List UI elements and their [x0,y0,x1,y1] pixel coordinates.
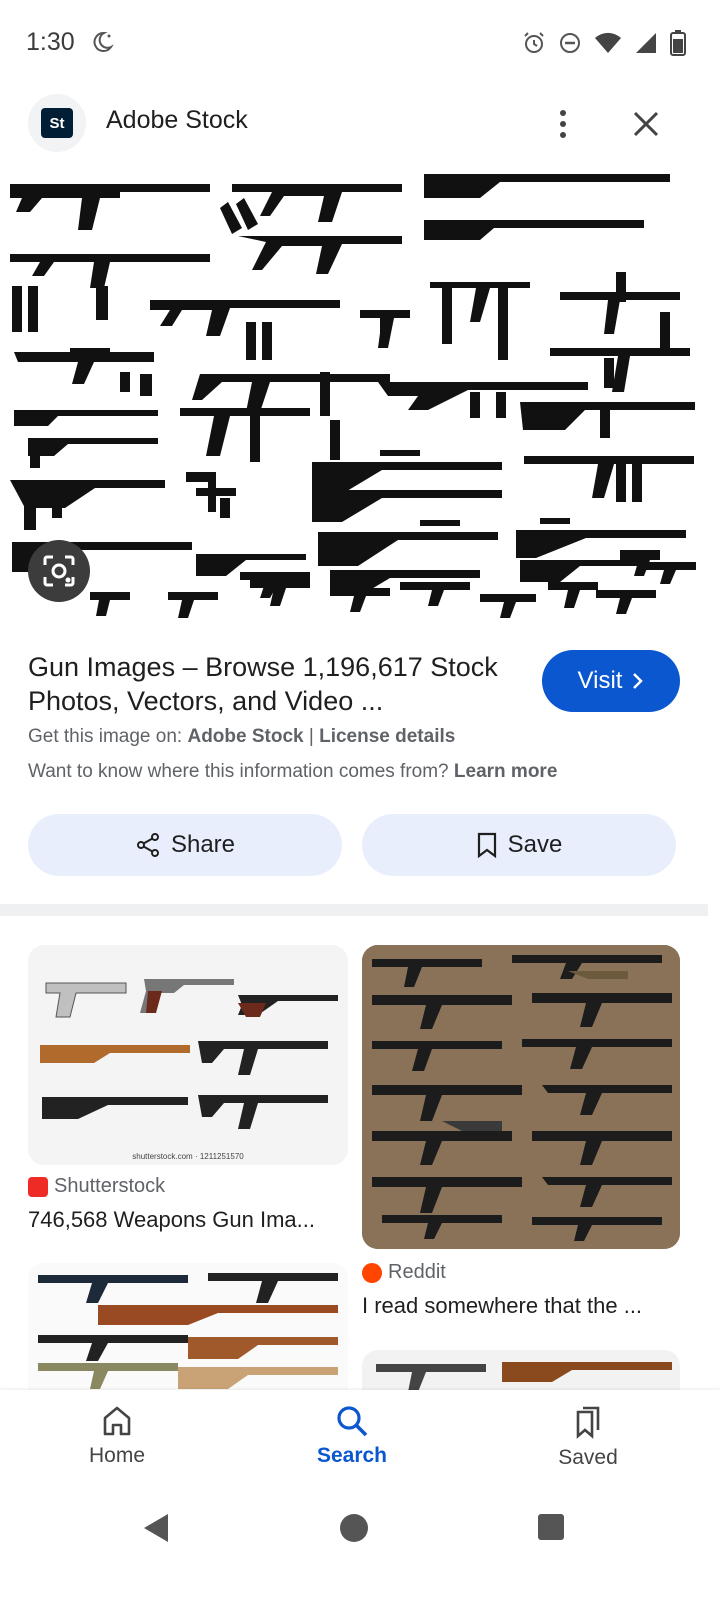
source-title: Adobe Stock [106,106,248,134]
learn-more-link[interactable]: Learn more [454,761,557,782]
bookmark-icon [477,832,496,858]
visit-label: Visit [577,667,623,694]
recents-square-icon[interactable] [538,1514,564,1540]
source-label: Reddit [388,1261,446,1283]
know-text: Want to know where this information come… [28,761,454,782]
battery-icon [670,30,686,56]
search-icon [337,1406,368,1437]
share-icon [136,833,159,857]
shutterstock-title[interactable]: 746,568 Weapons Gun Ima... [28,1207,315,1233]
close-button[interactable] [624,102,668,146]
related-image-3[interactable] [28,1263,348,1403]
more-options-button[interactable] [548,102,578,146]
do-not-disturb-schedule-icon [90,30,114,54]
section-divider [0,904,708,916]
logo-text: St [41,108,73,138]
get-prefix: Get this image on: [28,726,188,747]
system-navigation-bar [0,1500,720,1600]
close-icon [633,111,659,137]
saved-collections-icon [576,1406,600,1439]
nav-search-label: Search [316,1444,388,1467]
reddit-favicon-icon [362,1262,382,1283]
bottom-navigation: Home Search Saved [0,1390,720,1500]
alarm-icon [522,31,546,55]
related-image-shutterstock[interactable]: shutterstock.com · 1211251570 [28,945,348,1165]
main-result-image[interactable] [0,162,720,632]
info-source-line: Want to know where this information come… [28,761,557,783]
chevron-right-icon [633,673,644,689]
lens-search-button[interactable] [28,540,90,602]
lens-icon [43,555,75,587]
reddit-source: Reddit [362,1261,446,1284]
nav-search[interactable]: Search [292,1404,412,1468]
share-label: Share [170,831,236,858]
status-time: 1:30 [26,28,75,56]
status-icons [522,30,686,56]
result-title[interactable]: Gun Images – Browse 1,196,617 Stock Phot… [28,650,528,718]
get-separator: | [303,726,320,747]
share-button[interactable]: Share [28,814,342,876]
save-button[interactable]: Save [362,814,676,876]
status-bar: 1:30 [0,0,720,88]
home-circle-icon[interactable] [340,1514,368,1542]
related-image-reddit[interactable] [362,945,680,1249]
shutterstock-favicon-icon [28,1176,48,1197]
watermark-text: shutterstock.com · 1211251570 [132,1152,244,1161]
nav-saved-label: Saved [558,1446,618,1469]
back-icon[interactable] [142,1512,170,1544]
reddit-title[interactable]: I read somewhere that the ... [362,1293,642,1319]
viewer-header: St Adobe Stock [0,88,720,160]
license-details-link[interactable]: License details [319,726,455,747]
nav-home[interactable]: Home [57,1404,177,1468]
wifi-icon [594,31,622,55]
get-image-line: Get this image on: Adobe Stock | License… [28,726,455,748]
visit-button[interactable]: Visit [542,650,680,712]
dnd-icon [558,31,582,55]
nav-home-label: Home [88,1444,146,1467]
adobe-stock-logo: St [28,94,86,152]
signal-icon [634,31,658,55]
nav-saved[interactable]: Saved [528,1404,648,1470]
get-source-link[interactable]: Adobe Stock [187,726,303,747]
shutterstock-source: Shutterstock [28,1175,165,1198]
source-label: Shutterstock [54,1175,166,1197]
home-icon [103,1406,131,1436]
save-label: Save [507,831,563,858]
